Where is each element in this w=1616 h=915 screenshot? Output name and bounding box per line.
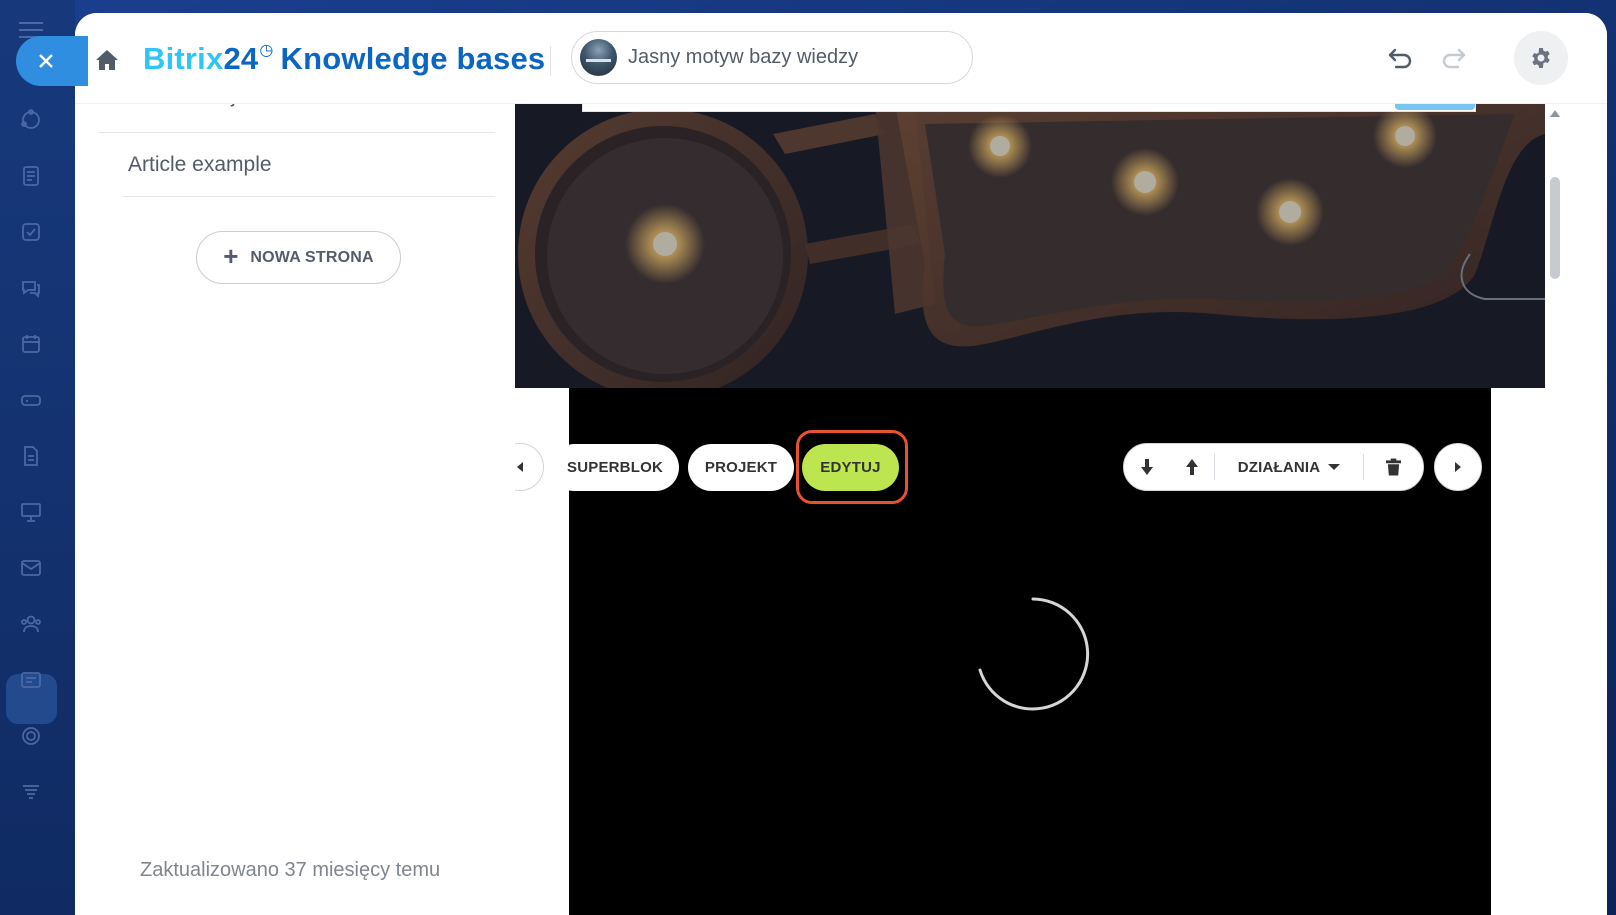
pages-sidebar: Tasks and Projects Article example + NOW… — [75, 90, 515, 915]
app-title: Bitrix24◷ Knowledge bases — [143, 40, 545, 77]
header-divider — [550, 46, 551, 76]
superblock-label: SUPERBLOK — [567, 459, 663, 476]
mail-icon[interactable] — [17, 554, 45, 582]
trash-icon — [1385, 458, 1401, 476]
block-actions-group: DZIAŁANIA — [1123, 443, 1424, 491]
tasks-icon[interactable] — [17, 218, 45, 246]
previous-block-button[interactable] — [515, 443, 544, 491]
design-button[interactable]: PROJEKT — [688, 444, 794, 491]
design-label: PROJEKT — [704, 459, 778, 476]
calendar-icon[interactable] — [17, 330, 45, 358]
chevron-right-icon — [1455, 462, 1461, 472]
last-updated-text: Zaktualizowano 37 miesięcy temu — [140, 859, 441, 881]
next-block-button[interactable] — [1434, 443, 1482, 491]
sidebar-item-article-example[interactable]: Article example — [123, 133, 495, 197]
edit-label: EDYTUJ — [820, 459, 881, 476]
top-block-edge — [582, 104, 1476, 112]
move-down-button[interactable] — [1124, 443, 1170, 491]
gear-icon — [1532, 48, 1550, 68]
close-slider-button[interactable] — [16, 36, 88, 86]
scroll-up-arrow-icon[interactable] — [1550, 110, 1560, 117]
home-icon — [96, 50, 118, 70]
clock-icon: ◷ — [259, 42, 274, 59]
undo-icon — [1388, 48, 1412, 69]
delete-block-button[interactable] — [1364, 443, 1422, 491]
hero-dim-overlay — [515, 104, 1545, 388]
new-page-label: NOWA STRONA — [250, 248, 374, 266]
new-page-button[interactable]: + NOWA STRONA — [196, 231, 401, 284]
app-rail — [0, 0, 75, 915]
arrow-down-icon — [1141, 459, 1153, 475]
actions-dropdown[interactable]: DZIAŁANIA — [1215, 443, 1363, 491]
hero-image-block[interactable] — [515, 104, 1545, 388]
close-icon — [39, 54, 53, 68]
brand-section-title: Knowledge bases — [280, 41, 546, 76]
content-scrollbar[interactable] — [1547, 104, 1563, 915]
plus-icon: + — [223, 241, 239, 271]
brand-bitrix: Bitrix — [143, 41, 224, 76]
activity-stream-icon[interactable] — [17, 106, 45, 134]
employees-icon[interactable] — [17, 610, 45, 638]
brand-24: 24 — [223, 41, 259, 76]
funnel-icon[interactable] — [17, 778, 45, 806]
editor-header: Bitrix24◷ Knowledge bases Jasny motyw baz… — [75, 13, 1607, 104]
settings-button[interactable] — [1514, 31, 1568, 85]
superblock-button[interactable]: SUPERBLOK — [551, 444, 679, 491]
page-canvas: SUPERBLOK PROJEKT EDYTUJ DZIAŁANIA — [515, 104, 1607, 915]
drive-icon[interactable] — [17, 386, 45, 414]
theme-label: Jasny motyw bazy wiedzy — [628, 46, 859, 68]
edit-button[interactable]: EDYTUJ — [802, 444, 899, 491]
move-up-button[interactable] — [1170, 443, 1214, 491]
sidebar-item-label: Article example — [128, 152, 272, 176]
feed-icon[interactable] — [17, 162, 45, 190]
top-block-button-edge — [1395, 104, 1475, 110]
scrollbar-thumb[interactable] — [1550, 177, 1560, 279]
redo-icon — [1442, 48, 1466, 69]
knowledge-base-editor-panel: Bitrix24◷ Knowledge bases Jasny motyw baz… — [75, 13, 1607, 915]
chat-icon[interactable] — [17, 274, 45, 302]
actions-label: DZIAŁANIA — [1237, 458, 1321, 476]
document-icon[interactable] — [17, 442, 45, 470]
arrow-up-icon — [1186, 459, 1198, 475]
undo-button[interactable] — [1386, 45, 1414, 71]
target-icon[interactable] — [17, 722, 45, 750]
presentation-icon[interactable] — [17, 498, 45, 526]
theme-selector[interactable]: Jasny motyw bazy wiedzy — [571, 31, 973, 84]
chevron-left-icon — [517, 462, 523, 472]
spinner-icon — [978, 597, 1090, 711]
knowledge-base-icon[interactable] — [17, 666, 45, 694]
home-button[interactable] — [95, 49, 119, 71]
theme-thumbnail — [580, 39, 617, 76]
redo-button[interactable] — [1440, 45, 1468, 71]
chevron-down-icon — [1328, 464, 1341, 470]
